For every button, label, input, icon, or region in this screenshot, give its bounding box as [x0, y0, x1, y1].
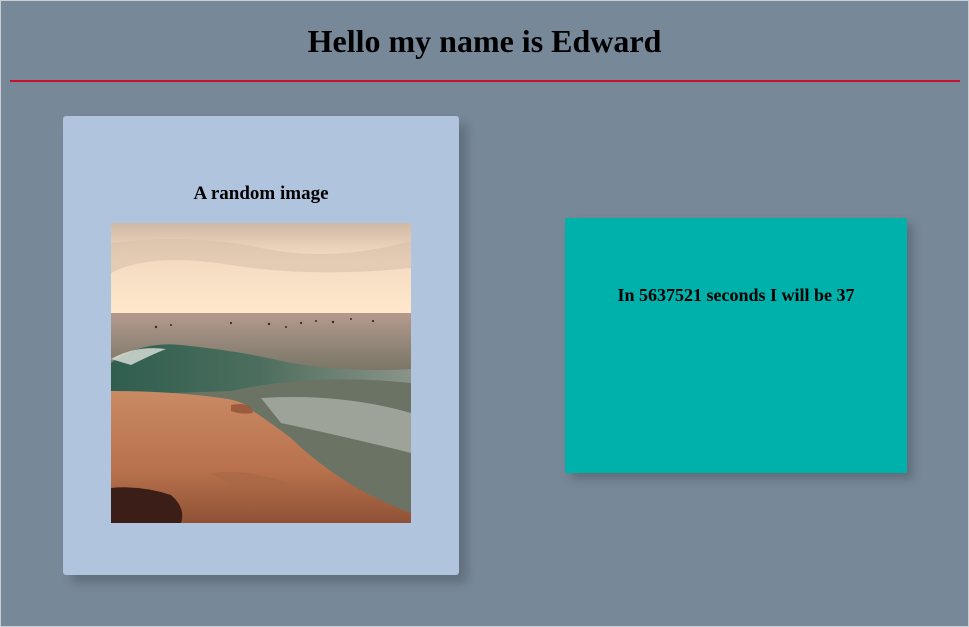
age-countdown-card: In 5637521 seconds I will be 37	[565, 218, 907, 473]
image-card: A random image	[63, 116, 459, 575]
age-countdown-text: In 5637521 seconds I will be 37	[617, 285, 855, 305]
image-card-heading: A random image	[193, 183, 329, 204]
page-title: Hello my name is Edward	[307, 23, 662, 59]
header-divider	[10, 80, 960, 82]
random-image	[111, 223, 411, 523]
